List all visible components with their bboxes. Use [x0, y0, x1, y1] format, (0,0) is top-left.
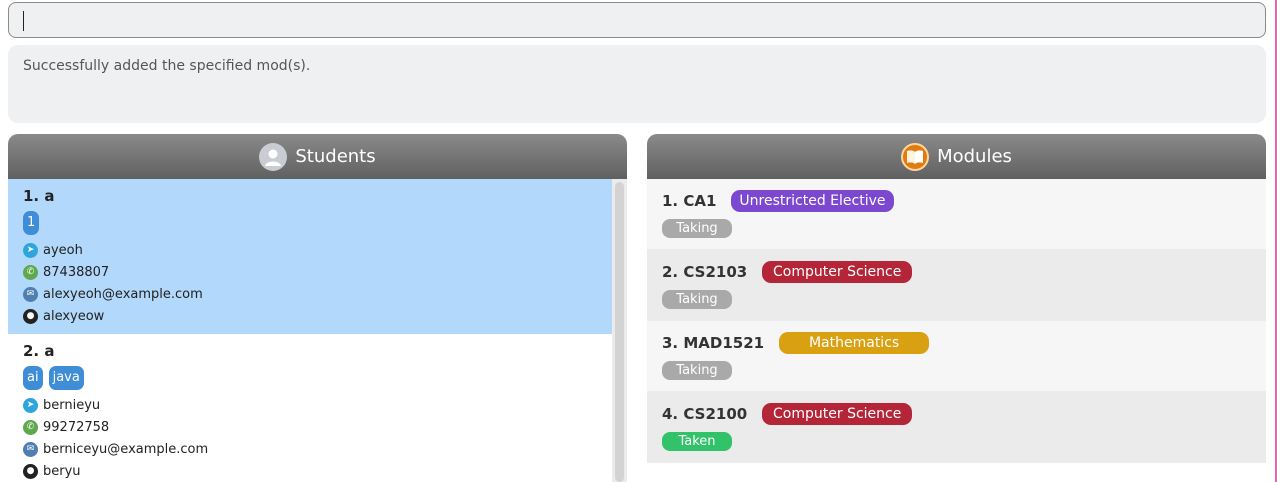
student-list-scrollbar[interactable] [612, 179, 627, 482]
module-card[interactable]: 1. CA1 Unrestricted Elective Taking [647, 179, 1266, 250]
module-card[interactable]: 2. CS2103 Computer Science Taking [647, 250, 1266, 321]
module-list[interactable]: 1. CA1 Unrestricted Elective Taking 2. CS21… [647, 179, 1266, 463]
module-header: 4. CS2100 Computer Science [662, 402, 1251, 425]
email-address: alexyeoh@example.com [43, 286, 203, 302]
github-username: alexyeow [43, 308, 105, 324]
github-icon: ● [23, 308, 38, 324]
student-card[interactable]: 1. a 1 ➤ ayeoh ✆ 87438807 ✉ alexyeoh@exa… [8, 179, 612, 334]
student-tags: ai java [23, 366, 597, 390]
students-panel-header: Students [8, 134, 627, 179]
scrollbar-thumb[interactable] [615, 182, 624, 482]
modules-panel-title: Modules [937, 146, 1012, 167]
telegram-handle: ayeoh [43, 242, 83, 258]
email-row: ✉ berniceyu@example.com [23, 438, 597, 460]
telegram-row: ➤ bernieyu [23, 394, 597, 416]
github-icon: ● [23, 463, 38, 479]
module-title: 2. CS2103 [662, 262, 748, 281]
phone-row: ✆ 99272758 [23, 416, 597, 438]
module-status-badge: Taking [662, 290, 732, 309]
github-row: ● beryu [23, 460, 597, 482]
telegram-icon: ➤ [23, 397, 38, 413]
book-icon [901, 142, 930, 171]
student-tag: 1 [23, 211, 40, 235]
students-panel-title: Students [295, 146, 376, 167]
module-header: 3. MAD1521 Mathematics [662, 331, 1251, 354]
phone-number: 87438807 [43, 264, 110, 280]
module-status-badge: Taking [662, 219, 732, 238]
student-name: 1. a [23, 187, 55, 205]
telegram-handle: bernieyu [43, 397, 101, 413]
phone-number: 99272758 [43, 419, 110, 435]
phone-row: ✆ 87438807 [23, 261, 597, 283]
student-tag: ai [23, 366, 43, 390]
student-tags: 1 [23, 211, 597, 235]
email-icon: ✉ [23, 441, 38, 457]
module-header: 1. CA1 Unrestricted Elective [662, 189, 1251, 212]
result-message: Successfully added the specified mod(s). [23, 58, 311, 74]
modules-panel-header: Modules [647, 134, 1266, 179]
module-category-badge: Computer Science [762, 402, 913, 425]
module-category-badge: Mathematics [779, 331, 930, 354]
students-panel: Students 1. a 1 ➤ ayeoh ✆ 87438807 ✉ ale… [8, 134, 627, 482]
module-category-badge: Computer Science [762, 260, 913, 283]
email-address: berniceyu@example.com [43, 441, 209, 457]
student-name: 2. a [23, 342, 55, 360]
modules-panel: Modules 1. CA1 Unrestricted Elective Takin… [647, 134, 1266, 482]
module-title: 1. CA1 [662, 191, 717, 210]
student-card[interactable]: 2. a ai java ➤ bernieyu ✆ 99272758 ✉ ber… [8, 334, 612, 482]
email-row: ✉ alexyeoh@example.com [23, 283, 597, 305]
text-cursor [23, 11, 24, 31]
phone-icon: ✆ [23, 419, 38, 435]
module-status-badge: Taken [662, 432, 732, 451]
module-header: 2. CS2103 Computer Science [662, 260, 1251, 283]
student-tag: java [48, 366, 84, 390]
phone-icon: ✆ [23, 264, 38, 280]
student-list[interactable]: 1. a 1 ➤ ayeoh ✆ 87438807 ✉ alexyeoh@exa… [8, 179, 627, 482]
module-category-badge: Unrestricted Elective [731, 189, 894, 212]
module-card[interactable]: 3. MAD1521 Mathematics Taking [647, 321, 1266, 392]
student-icon [259, 142, 288, 171]
module-card[interactable]: 4. CS2100 Computer Science Taken [647, 392, 1266, 463]
telegram-icon: ➤ [23, 242, 38, 258]
command-box[interactable] [8, 2, 1266, 38]
module-title: 3. MAD1521 [662, 333, 765, 352]
result-display: Successfully added the specified mod(s). [8, 45, 1266, 123]
github-username: beryu [43, 463, 81, 479]
module-status-badge: Taking [662, 361, 732, 380]
command-input[interactable] [9, 3, 1265, 37]
email-icon: ✉ [23, 286, 38, 302]
github-row: ● alexyeow [23, 305, 597, 327]
telegram-row: ➤ ayeoh [23, 239, 597, 261]
module-title: 4. CS2100 [662, 404, 748, 423]
